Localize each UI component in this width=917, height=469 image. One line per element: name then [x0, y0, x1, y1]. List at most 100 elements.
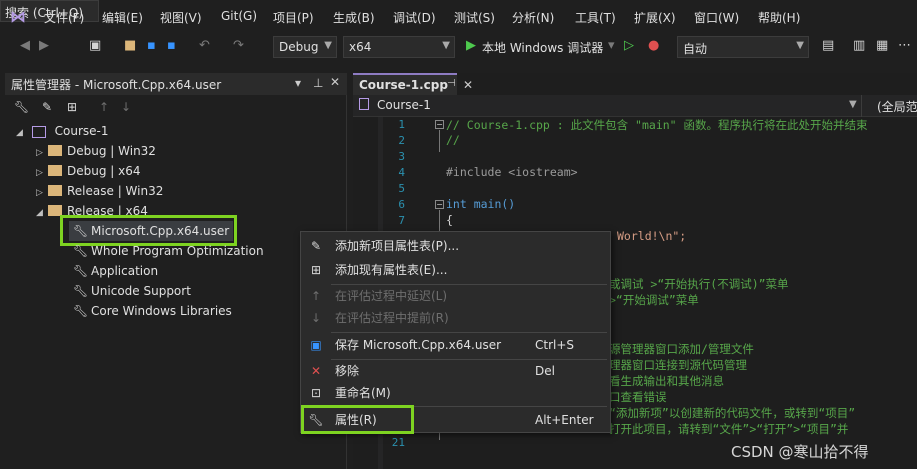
menu-project[interactable]: 项目(P)	[273, 9, 314, 26]
chevron-down-icon[interactable]: ▾	[608, 38, 615, 54]
menu-test[interactable]: 测试(S)	[454, 9, 495, 26]
tree-item-core-windows-libraries[interactable]: 🔧︎ Core Windows Libraries	[69, 301, 232, 321]
menu-help[interactable]: 帮助(H)	[758, 9, 800, 26]
pin-icon[interactable]: ⊣	[447, 78, 456, 89]
start-without-debug-icon[interactable]: ▷	[624, 38, 634, 54]
chevron-down-icon: ▼	[442, 40, 450, 51]
code-fragment-comment[interactable]: 口查看错误	[609, 389, 667, 405]
menu-item-add-existing-sheet[interactable]: ⊞ 添加现有属性表(E)...	[301, 260, 610, 280]
tree-item-debug-win32[interactable]: ▷ Debug | Win32	[36, 141, 156, 161]
back-icon[interactable]: ◀	[20, 38, 30, 54]
menu-item-move-earlier[interactable]: ↓ 在评估过程中提前(R)	[301, 308, 610, 328]
tree-item-application[interactable]: 🔧︎ Application	[69, 261, 158, 281]
wrench-icon: 🔧︎	[73, 284, 89, 298]
highlight-box	[301, 405, 414, 434]
tab-label: Course-1.cpp	[359, 78, 448, 92]
tab-course-1-cpp[interactable]: Course-1.cpp ⊣ ✕	[353, 73, 473, 95]
arrow-up-icon[interactable]: ↑	[99, 100, 109, 114]
mode-dropdown[interactable]: 自动 ▼	[677, 36, 809, 58]
nav-scope-dropdown[interactable]: (全局范	[877, 98, 917, 115]
tree-item-project[interactable]: ◢ Course-1	[16, 121, 109, 141]
new-project-icon[interactable]: ▣	[89, 38, 101, 54]
forward-icon[interactable]: ▶	[39, 38, 49, 54]
open-folder-icon[interactable]: ■	[124, 38, 136, 54]
line-number: 2	[398, 134, 405, 147]
solution-explorer-icon[interactable]: ▤	[822, 38, 834, 54]
start-debug-icon[interactable]: ▶	[466, 38, 476, 54]
folder-icon	[48, 185, 62, 196]
properties-icon[interactable]: 🔧︎	[14, 100, 29, 114]
dropdown-icon[interactable]: ▾	[295, 76, 301, 90]
code-fragment-comment[interactable]: 打开此项目，请转到“文件”>“打开”>“项目”并	[609, 421, 848, 437]
configuration-dropdown[interactable]: Debug ▼	[273, 36, 337, 58]
code-line-2[interactable]: //	[446, 133, 460, 147]
chevron-right-icon: ▷	[36, 168, 43, 178]
line-number: 21	[391, 436, 405, 449]
menu-item-remove[interactable]: ✕ 移除 Del	[301, 361, 610, 381]
add-existing-icon[interactable]: ⊞	[67, 100, 77, 114]
chevron-down-icon: ▼	[324, 40, 332, 51]
line-number: 4	[398, 166, 405, 179]
pin-icon[interactable]: ⊥	[313, 76, 323, 90]
menu-debug[interactable]: 调试(D)	[393, 9, 436, 26]
menu-item-label: 保存 Microsoft.Cpp.x64.user	[335, 338, 502, 352]
menu-item-rename[interactable]: ⊡ 重命名(M)	[301, 383, 610, 403]
breakpoint-icon[interactable]: ▥	[853, 38, 865, 54]
line-number: 7	[398, 214, 405, 227]
add-sheet-icon: ✎	[310, 239, 322, 253]
run-target-label[interactable]: 本地 Windows 调试器	[482, 39, 603, 56]
save-icon[interactable]: ▪	[147, 38, 156, 54]
close-icon[interactable]: ✕	[463, 78, 473, 92]
tree-item-unicode-support[interactable]: 🔧︎ Unicode Support	[69, 281, 191, 301]
arrow-down-icon[interactable]: ↓	[121, 100, 131, 114]
menu-view[interactable]: 视图(V)	[160, 9, 202, 26]
menu-analyze[interactable]: 分析(N)	[512, 9, 554, 26]
tree-item-debug-x64[interactable]: ▷ Debug | x64	[36, 161, 141, 181]
undo-icon[interactable]: ↶	[199, 38, 210, 54]
add-sheet-icon[interactable]: ✎	[42, 100, 52, 114]
project-icon	[359, 98, 369, 110]
code-fragment-hello[interactable]: World!\n";	[617, 229, 686, 243]
menu-file[interactable]: 文件(F)	[44, 9, 84, 26]
platform-dropdown[interactable]: x64 ▼	[343, 36, 455, 58]
code-fragment-comment[interactable]: “添加新项”以创建新的代码文件，或转到“项目”	[609, 405, 855, 421]
folder-icon	[48, 165, 62, 176]
code-line-4[interactable]: #include <iostream>	[446, 165, 578, 179]
save-all-icon[interactable]: ▪	[167, 38, 176, 54]
code-line-7[interactable]: {	[446, 213, 453, 227]
menu-item-add-new-sheet[interactable]: ✎ 添加新项目属性表(P)...	[301, 236, 610, 256]
project-icon	[31, 125, 46, 138]
more-icon[interactable]: ⋯	[898, 38, 911, 54]
chevron-down-icon[interactable]: ▼	[849, 99, 857, 110]
collapse-icon[interactable]: −	[435, 200, 444, 209]
code-fragment-comment[interactable]: 源管理器窗口添加/管理文件	[609, 341, 754, 357]
redo-icon[interactable]: ↷	[233, 38, 244, 54]
add-existing-icon: ⊞	[310, 263, 322, 277]
panel-title: 属性管理器 - Microsoft.Cpp.x64.user	[11, 78, 222, 92]
code-fragment-comment[interactable]: 或调试 >“开始执行(不调试)”菜单	[609, 276, 789, 292]
collapse-icon[interactable]: −	[435, 120, 444, 129]
menu-build[interactable]: 生成(B)	[333, 9, 375, 26]
code-fragment-comment[interactable]: 理器窗口连接到源代码管理	[609, 357, 747, 373]
nav-project-dropdown[interactable]: Course-1	[377, 98, 431, 112]
menu-item-move-later[interactable]: ↑ 在评估过程中延迟(L)	[301, 286, 610, 306]
menu-window[interactable]: 窗口(W)	[694, 9, 739, 26]
chevron-down-icon: ◢	[16, 128, 23, 138]
rename-icon: ⊡	[310, 386, 322, 400]
menu-edit[interactable]: 编辑(E)	[102, 9, 143, 26]
menu-item-save[interactable]: ▣ 保存 Microsoft.Cpp.x64.user Ctrl+S	[301, 335, 610, 355]
code-fragment-comment[interactable]: 看生成输出和其他消息	[609, 373, 724, 389]
menu-item-label: 重命名(M)	[335, 386, 391, 400]
hot-reload-icon[interactable]: ●	[648, 38, 659, 54]
menu-tools[interactable]: 工具(T)	[575, 9, 616, 26]
menu-git[interactable]: Git(G)	[221, 9, 257, 23]
layout-icon[interactable]: ▦	[876, 38, 888, 54]
tree-item-release-win32[interactable]: ▷ Release | Win32	[36, 181, 163, 201]
code-line-6[interactable]: int main()	[446, 197, 515, 211]
close-icon[interactable]: ✕	[330, 75, 340, 89]
menu-extensions[interactable]: 扩展(X)	[634, 9, 676, 26]
code-fragment-comment[interactable]: >“开始调试”菜单	[609, 292, 699, 308]
tree-item-whole-program-optimization[interactable]: 🔧︎ Whole Program Optimization	[69, 241, 264, 261]
tree-item-label: Course-1	[54, 124, 109, 138]
code-line-1[interactable]: // Course-1.cpp : 此文件包含 "main" 函数。程序执行将在…	[446, 117, 868, 133]
